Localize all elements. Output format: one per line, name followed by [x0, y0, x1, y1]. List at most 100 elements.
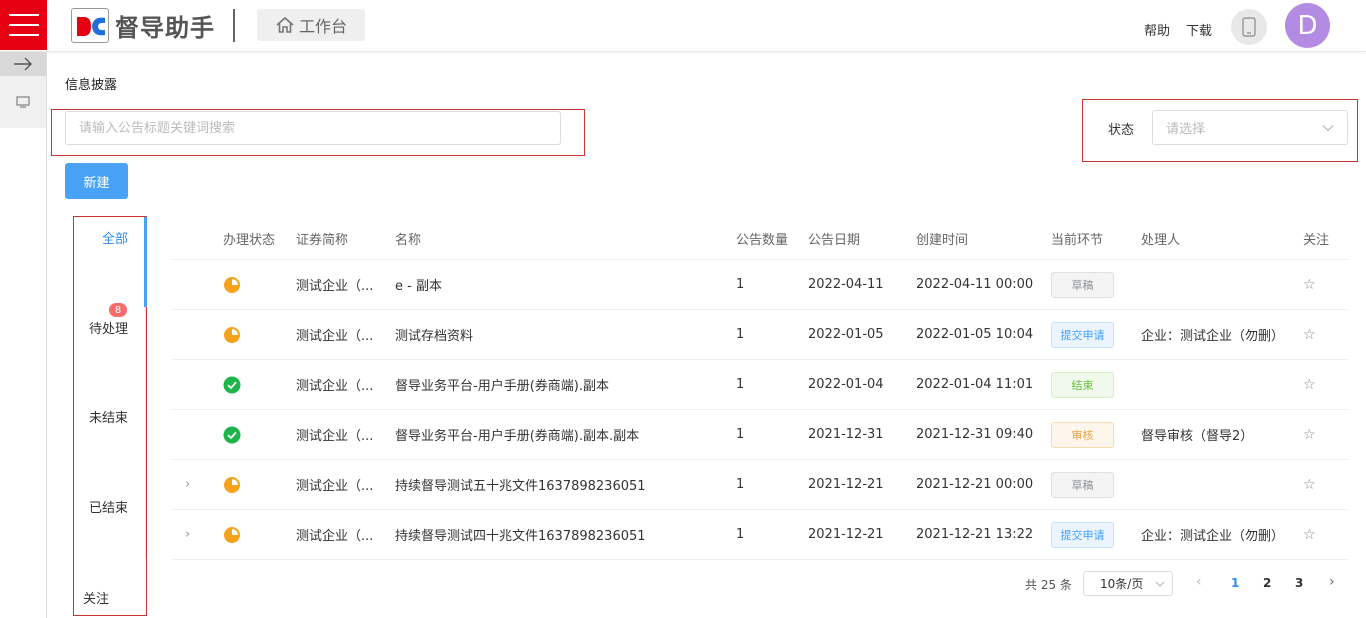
- search-input[interactable]: [65, 111, 561, 145]
- menu-line: [8, 14, 39, 16]
- name-cell[interactable]: 持续督导测试五十兆文件1637898236051: [395, 460, 725, 509]
- expand-row-icon[interactable]: [185, 360, 205, 409]
- chevron-down-icon: [1322, 124, 1334, 131]
- follow-cell: ☆: [1303, 310, 1343, 359]
- star-icon[interactable]: ☆: [1303, 477, 1316, 493]
- security-cell: 测试企业（...: [296, 279, 374, 294]
- user-avatar[interactable]: D: [1285, 3, 1330, 48]
- name-cell[interactable]: 持续督导测试四十兆文件1637898236051: [395, 510, 725, 559]
- date-cell: 2021-12-21: [808, 477, 884, 492]
- star-icon[interactable]: ☆: [1303, 377, 1316, 393]
- node-tag: 审核: [1051, 421, 1114, 448]
- slim-sidebar: [0, 52, 47, 618]
- follow-cell: ☆: [1303, 510, 1343, 559]
- star-icon[interactable]: ☆: [1303, 277, 1316, 293]
- node-tag: 提交申请: [1051, 321, 1114, 348]
- pending-status-icon: [223, 460, 283, 509]
- expand-row-icon[interactable]: [185, 260, 205, 309]
- col-name[interactable]: 名称: [395, 218, 725, 259]
- vertical-tabs: 全部 待处理 8 未结束 已结束 关注: [73, 216, 147, 616]
- created-cell: 2022-01-05 10:04: [916, 327, 1034, 342]
- announcement-table: 办理状态 证券简称 名称 公告数量 公告日期 创建时间 当前环节 处理人 关注 …: [171, 218, 1348, 560]
- hamburger-menu-button[interactable]: [0, 0, 47, 50]
- col-handler[interactable]: 处理人: [1141, 218, 1301, 259]
- handler-cell: 督导审核（督导2）: [1141, 429, 1254, 444]
- workbench-label: 工作台: [298, 17, 347, 36]
- created-cell: 2021-12-21 00:00: [916, 477, 1034, 492]
- node-tag: 草稿: [1051, 471, 1114, 498]
- col-node[interactable]: 当前环节: [1051, 218, 1131, 259]
- expand-sidebar-button[interactable]: [0, 52, 46, 76]
- monitor-icon: [16, 96, 30, 108]
- help-link[interactable]: 帮助: [1144, 20, 1170, 39]
- name-cell[interactable]: 督导业务平台-用户手册(券商端).副本.副本: [395, 410, 725, 459]
- follow-cell: ☆: [1303, 260, 1343, 309]
- next-page-button[interactable]: ›: [1329, 574, 1335, 590]
- expand-row-icon[interactable]: [185, 310, 205, 359]
- handler-cell: [1141, 360, 1301, 409]
- created-cell: 2021-12-31 09:40: [916, 427, 1034, 442]
- table-row[interactable]: 测试企业（... e - 副本 1 2022-04-11 2022-04-11 00:0…: [171, 260, 1348, 310]
- name-cell[interactable]: 督导业务平台-用户手册(券商端).副本: [395, 360, 725, 409]
- date-cell: 2021-12-21: [808, 527, 884, 542]
- table-row[interactable]: 测试企业（... 督导业务平台-用户手册(券商端).副本.副本 1 2021-12-3…: [171, 410, 1348, 460]
- table-row[interactable]: › 测试企业（... 持续督导测试五十兆文件1637898236051 1 2021-1…: [171, 460, 1348, 510]
- sidebar-item-monitor[interactable]: [0, 76, 46, 128]
- follow-cell: ☆: [1303, 360, 1343, 409]
- security-cell: 测试企业（...: [296, 429, 374, 444]
- tab-unfinished[interactable]: 未结束: [89, 407, 128, 426]
- follow-cell: ☆: [1303, 460, 1343, 509]
- workbench-button[interactable]: 工作台: [257, 9, 365, 41]
- expand-row-icon[interactable]: ›: [185, 510, 205, 559]
- name-cell[interactable]: e - 副本: [395, 260, 725, 309]
- pending-status-icon: [223, 510, 283, 559]
- page-1-button[interactable]: 1: [1231, 576, 1239, 590]
- tab-all[interactable]: 全部: [102, 228, 128, 247]
- col-follow[interactable]: 关注: [1303, 218, 1343, 259]
- new-button[interactable]: 新建: [65, 163, 128, 199]
- table-row[interactable]: › 测试企业（... 持续督导测试四十兆文件1637898236051 1 2021-1…: [171, 510, 1348, 560]
- mobile-button[interactable]: [1231, 9, 1267, 45]
- tab-finished[interactable]: 已结束: [89, 497, 128, 516]
- table-header: 办理状态 证券简称 名称 公告数量 公告日期 创建时间 当前环节 处理人 关注: [171, 218, 1348, 260]
- prev-page-button[interactable]: ‹: [1196, 574, 1202, 590]
- logo-mark-icon: [71, 8, 109, 43]
- col-date[interactable]: 公告日期: [808, 218, 908, 259]
- status-select[interactable]: 请选择: [1152, 110, 1348, 145]
- status-select-placeholder: 请选择: [1166, 122, 1206, 137]
- star-icon[interactable]: ☆: [1303, 427, 1316, 443]
- logo-divider: [233, 9, 235, 42]
- created-cell: 2021-12-21 13:22: [916, 527, 1034, 542]
- status-label: 状态: [1108, 123, 1135, 138]
- node-cell: 草稿: [1051, 260, 1131, 309]
- star-icon[interactable]: ☆: [1303, 527, 1316, 543]
- home-icon: [276, 16, 294, 33]
- done-status-icon: [223, 360, 283, 409]
- node-cell: 提交申请: [1051, 310, 1131, 359]
- col-count[interactable]: 公告数量: [736, 218, 796, 259]
- count-cell: 1: [736, 327, 745, 342]
- security-cell: 测试企业（...: [296, 329, 374, 344]
- download-link[interactable]: 下载: [1186, 20, 1212, 39]
- table-row[interactable]: 测试企业（... 测试存档资料 1 2022-01-05 2022-01-05 10:0…: [171, 310, 1348, 360]
- table-row[interactable]: 测试企业（... 督导业务平台-用户手册(券商端).副本 1 2022-01-04 20…: [171, 360, 1348, 410]
- node-cell: 提交申请: [1051, 510, 1131, 559]
- expand-row-icon[interactable]: ›: [185, 460, 205, 509]
- page-3-button[interactable]: 3: [1295, 576, 1303, 590]
- done-status-icon: [223, 410, 283, 459]
- col-security[interactable]: 证券简称: [296, 218, 386, 259]
- expand-row-icon[interactable]: [185, 410, 205, 459]
- tab-pending[interactable]: 待处理: [89, 318, 128, 337]
- follow-cell: ☆: [1303, 410, 1343, 459]
- col-created[interactable]: 创建时间: [916, 218, 1041, 259]
- node-tag: 草稿: [1051, 271, 1114, 298]
- chevron-down-icon: [1155, 581, 1165, 587]
- page-size-select[interactable]: 10条/页: [1083, 571, 1173, 596]
- name-cell[interactable]: 测试存档资料: [395, 310, 725, 359]
- col-status[interactable]: 办理状态: [223, 218, 283, 259]
- star-icon[interactable]: ☆: [1303, 327, 1316, 343]
- security-cell: 测试企业（...: [296, 479, 374, 494]
- tab-followed[interactable]: 关注: [83, 588, 109, 607]
- top-bar: 督导助手 工作台 帮助 下载 D: [0, 0, 1366, 52]
- page-2-button[interactable]: 2: [1263, 576, 1271, 590]
